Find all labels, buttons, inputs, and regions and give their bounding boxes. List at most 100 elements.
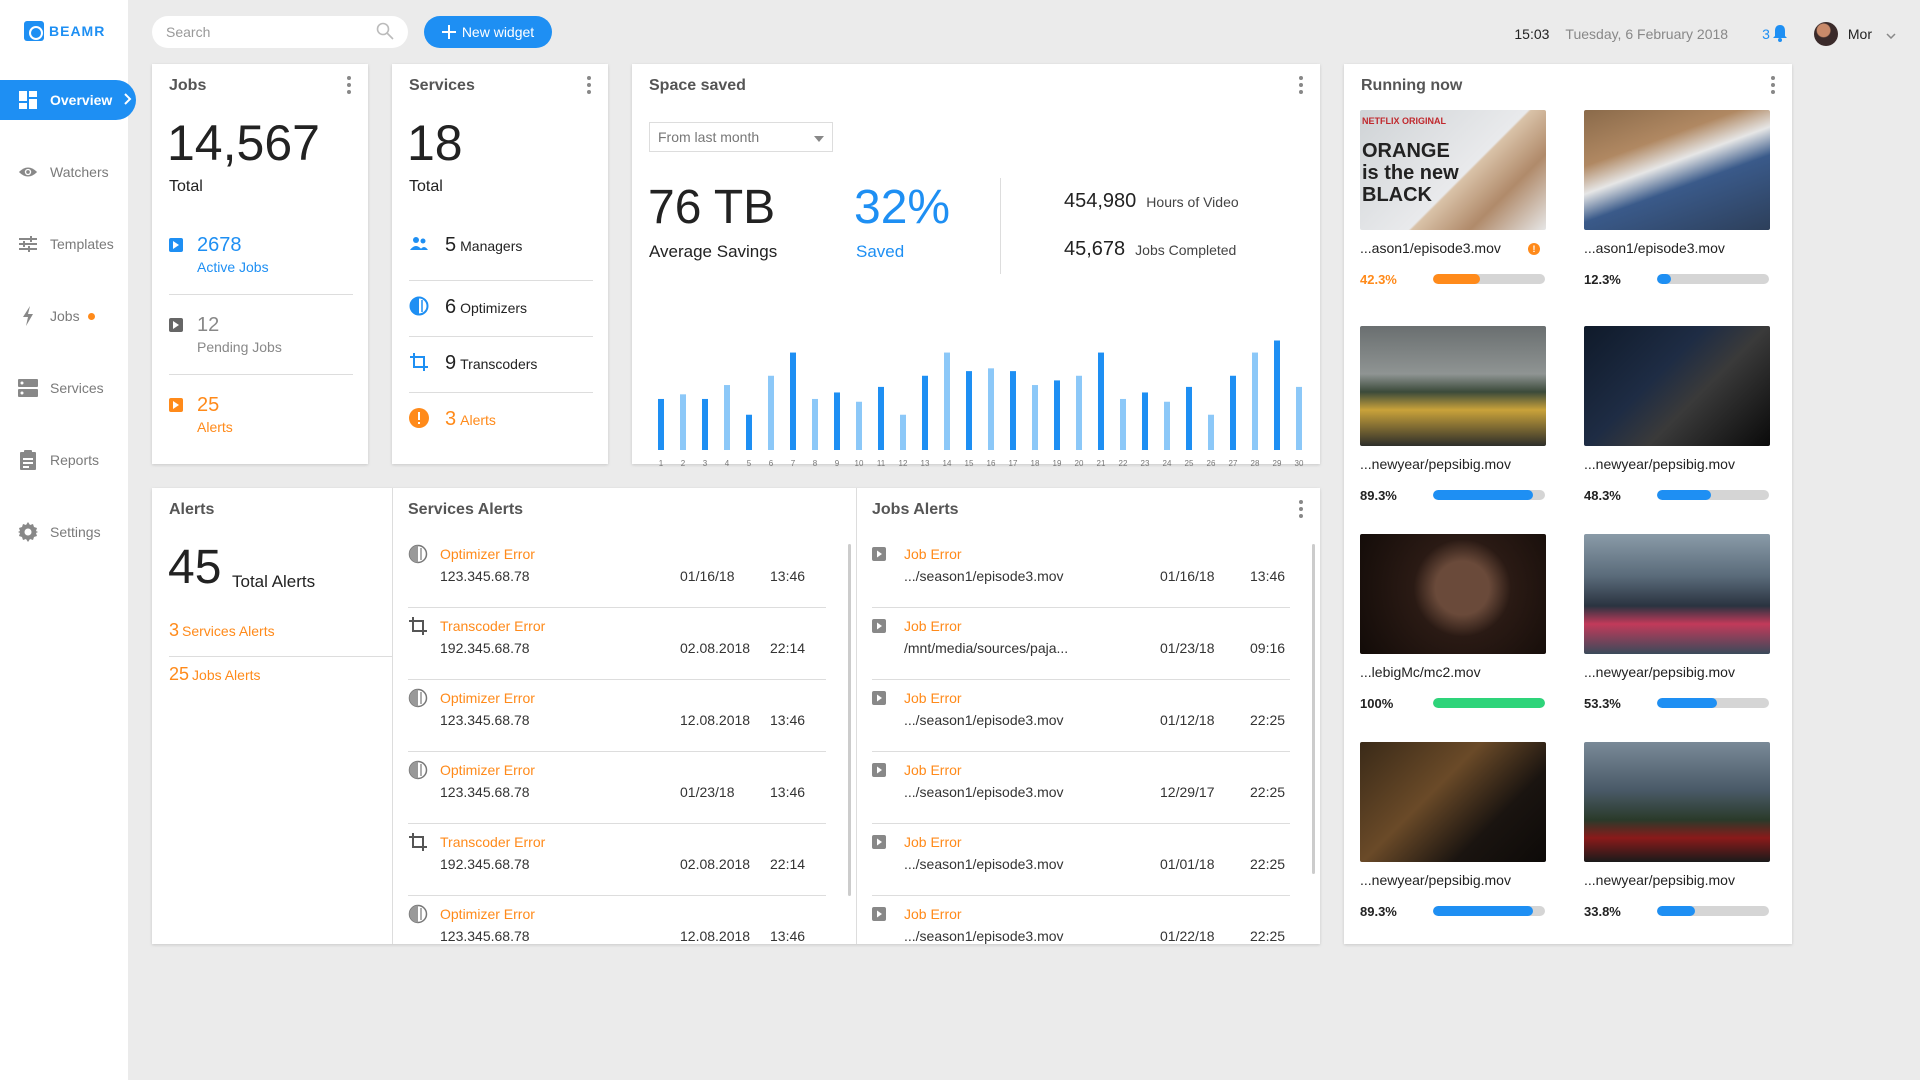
alert-type[interactable]: Optimizer Error bbox=[440, 906, 535, 922]
jobs-alert-row[interactable]: Job Error/mnt/media/sources/paja... 01/23… bbox=[872, 608, 1290, 680]
chart-bar[interactable] bbox=[724, 385, 730, 450]
chart-bar[interactable] bbox=[1252, 352, 1258, 450]
range-select[interactable]: From last month bbox=[649, 122, 833, 152]
chart-bar[interactable] bbox=[1142, 392, 1148, 450]
sidebar-item-settings[interactable]: Settings bbox=[0, 512, 128, 552]
sidebar-item-watchers[interactable]: Watchers bbox=[0, 152, 128, 192]
jobs-alert-row[interactable]: Job Error .../season1/episode3.mov 01/01/1… bbox=[872, 824, 1290, 896]
chart-bar[interactable] bbox=[1032, 385, 1038, 450]
new-widget-button[interactable]: New widget bbox=[424, 16, 552, 48]
more-vertical-icon[interactable] bbox=[586, 76, 592, 97]
services-alert-row[interactable]: Optimizer Error 123.345.68.78 12.08.2018 13… bbox=[408, 680, 826, 752]
video-thumbnail[interactable] bbox=[1584, 326, 1770, 446]
sidebar-item-jobs[interactable]: Jobs bbox=[0, 296, 128, 336]
chart-bar[interactable] bbox=[1186, 386, 1192, 450]
jobs-alerts-summary[interactable]: 25 Jobs Alerts bbox=[169, 664, 261, 685]
chart-bar[interactable] bbox=[900, 414, 906, 450]
chart-bar[interactable] bbox=[834, 392, 840, 450]
notifications-button[interactable]: 3 bbox=[1762, 24, 1788, 45]
services-alert-row[interactable]: Transcoder Error 192.345.68.78 02.08.2018 2… bbox=[408, 608, 826, 680]
video-thumbnail[interactable] bbox=[1584, 742, 1770, 862]
user-name[interactable]: Mor bbox=[1848, 26, 1872, 42]
alert-type[interactable]: Transcoder Error bbox=[440, 834, 545, 850]
alert-type[interactable]: Optimizer Error bbox=[440, 762, 535, 778]
services-alert-row[interactable]: Optimizer Error 123.345.68.78 01/16/18 13:4… bbox=[408, 536, 826, 608]
alert-type[interactable]: Job Error bbox=[904, 906, 962, 922]
services-alerts-stat[interactable]: 3 Alerts bbox=[409, 408, 593, 431]
more-vertical-icon[interactable] bbox=[1298, 76, 1304, 97]
chart-bar[interactable] bbox=[812, 398, 818, 450]
search-icon[interactable] bbox=[376, 22, 394, 43]
alert-type[interactable]: Job Error bbox=[904, 834, 962, 850]
more-vertical-icon[interactable] bbox=[346, 76, 352, 97]
jobs-alerts-scrollbar[interactable] bbox=[1312, 544, 1315, 874]
optimizers-stat[interactable]: 6 Optimizers bbox=[409, 296, 593, 319]
chart-bar[interactable] bbox=[790, 352, 796, 450]
alert-type[interactable]: Optimizer Error bbox=[440, 690, 535, 706]
alert-type[interactable]: Job Error bbox=[904, 546, 962, 562]
search-input[interactable]: Search bbox=[152, 16, 408, 48]
more-vertical-icon[interactable] bbox=[1298, 500, 1304, 521]
sidebar-item-services[interactable]: Services bbox=[0, 368, 128, 408]
chart-bar[interactable] bbox=[702, 398, 708, 450]
services-alerts-summary[interactable]: 3 Services Alerts bbox=[169, 620, 275, 641]
running-job[interactable]: ...newyear/pepsibig.mov 48.3% bbox=[1584, 326, 1770, 503]
chart-bar[interactable] bbox=[1208, 414, 1214, 450]
chart-bar[interactable] bbox=[680, 394, 686, 450]
video-thumbnail[interactable] bbox=[1584, 110, 1770, 230]
sidebar-item-templates[interactable]: Templates bbox=[0, 224, 128, 264]
alert-type[interactable]: Job Error bbox=[904, 762, 962, 778]
jobs-alert-row[interactable]: Job Error .../season1/episode3.mov 12/29/1… bbox=[872, 752, 1290, 824]
running-job[interactable]: ...newyear/pepsibig.mov 53.3% bbox=[1584, 534, 1770, 711]
video-thumbnail[interactable]: NETFLIX ORIGINAL ORANGE is the new BLACK bbox=[1360, 110, 1546, 230]
chart-bar[interactable] bbox=[1120, 398, 1126, 450]
chart-bar[interactable] bbox=[768, 375, 774, 450]
more-vertical-icon[interactable] bbox=[1770, 76, 1776, 97]
jobs-alert-row[interactable]: Job Error .../season1/episode3.mov 01/22/1… bbox=[872, 896, 1290, 944]
chart-bar[interactable] bbox=[1274, 340, 1280, 450]
video-thumbnail[interactable] bbox=[1360, 534, 1546, 654]
active-jobs-stat[interactable]: 2678 Active Jobs bbox=[169, 234, 353, 275]
running-job[interactable]: ...newyear/pepsibig.mov 33.8% bbox=[1584, 742, 1770, 919]
chart-bar[interactable] bbox=[922, 375, 928, 450]
chevron-down-icon[interactable] bbox=[1886, 26, 1896, 42]
running-job[interactable]: ...ason1/episode3.mov 12.3% bbox=[1584, 110, 1770, 287]
chart-bar[interactable] bbox=[1010, 371, 1016, 450]
jobs-alert-row[interactable]: Job Error .../season1/episode3.mov 01/16/1… bbox=[872, 536, 1290, 608]
chart-bar[interactable] bbox=[966, 371, 972, 450]
alert-type[interactable]: Transcoder Error bbox=[440, 618, 545, 634]
chart-bar[interactable] bbox=[856, 401, 862, 450]
pending-jobs-stat[interactable]: 12 Pending Jobs bbox=[169, 314, 353, 355]
chart-bar[interactable] bbox=[1296, 386, 1302, 450]
sidebar-item-overview[interactable]: Overview bbox=[0, 80, 136, 120]
running-job[interactable]: NETFLIX ORIGINAL ORANGE is the new BLACK.… bbox=[1360, 110, 1546, 287]
chart-bar[interactable] bbox=[1076, 375, 1082, 450]
chart-bar[interactable] bbox=[878, 386, 884, 450]
warning-icon[interactable]: ! bbox=[1528, 243, 1540, 255]
jobs-alert-row[interactable]: Job Error .../season1/episode3.mov 01/12/1… bbox=[872, 680, 1290, 752]
chart-bar[interactable] bbox=[1164, 401, 1170, 450]
chart-bar[interactable] bbox=[1230, 375, 1236, 450]
services-alert-row[interactable]: Optimizer Error 123.345.68.78 01/23/18 13:4… bbox=[408, 752, 826, 824]
running-job[interactable]: ...lebigMc/mc2.mov 100% bbox=[1360, 534, 1546, 711]
video-thumbnail[interactable] bbox=[1360, 326, 1546, 446]
services-alert-row[interactable]: Transcoder Error 192.345.68.78 02.08.2018 2… bbox=[408, 824, 826, 896]
chart-bar[interactable] bbox=[1054, 380, 1060, 450]
transcoders-stat[interactable]: 9 Transcoders bbox=[409, 352, 593, 375]
jobs-alerts-stat[interactable]: 25 Alerts bbox=[169, 394, 353, 435]
video-thumbnail[interactable] bbox=[1360, 742, 1546, 862]
sidebar-item-reports[interactable]: Reports bbox=[0, 440, 128, 480]
services-alerts-scrollbar[interactable] bbox=[848, 544, 851, 896]
avatar[interactable] bbox=[1813, 22, 1838, 46]
chart-bar[interactable] bbox=[944, 352, 950, 450]
alert-type[interactable]: Job Error bbox=[904, 690, 962, 706]
chart-bar[interactable] bbox=[1098, 352, 1104, 450]
running-job[interactable]: ...newyear/pepsibig.mov 89.3% bbox=[1360, 742, 1546, 919]
managers-stat[interactable]: 5 Managers bbox=[409, 234, 593, 257]
video-thumbnail[interactable] bbox=[1584, 534, 1770, 654]
chart-bar[interactable] bbox=[746, 414, 752, 450]
services-alert-row[interactable]: Optimizer Error 123.345.68.78 12.08.2018 13… bbox=[408, 896, 826, 944]
beamr-logo[interactable]: BEAMR bbox=[24, 21, 105, 41]
alert-type[interactable]: Optimizer Error bbox=[440, 546, 535, 562]
running-job[interactable]: ...newyear/pepsibig.mov 89.3% bbox=[1360, 326, 1546, 503]
